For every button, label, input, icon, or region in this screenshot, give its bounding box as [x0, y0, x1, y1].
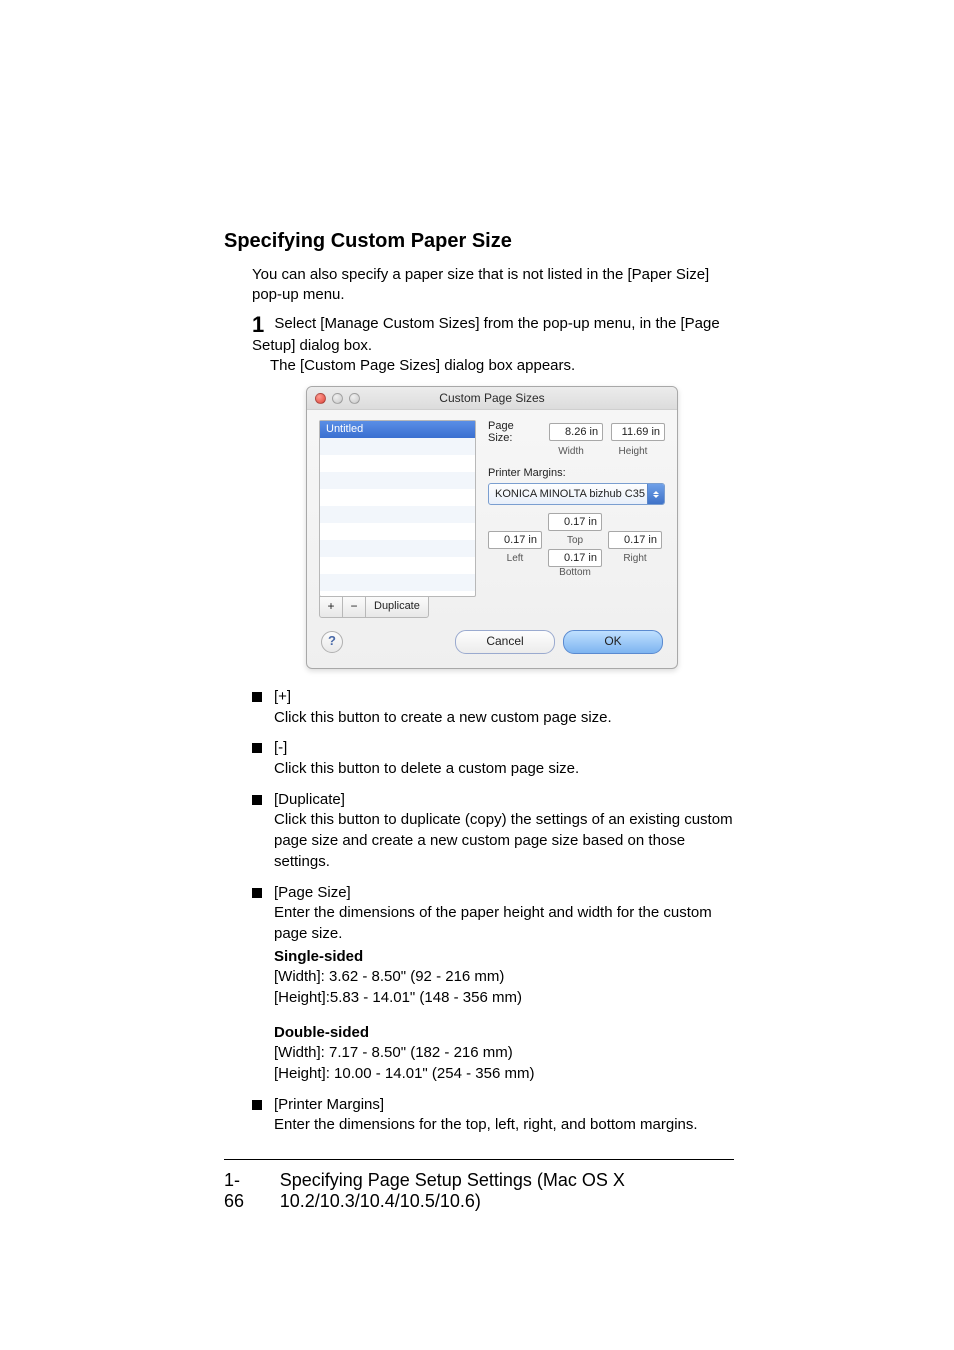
desc-page-size: Enter the dimensions of the paper height…: [274, 903, 734, 944]
margins-grid: 0.17 in 0.17 in Top 0.17 in Left 0.17 in…: [488, 513, 665, 578]
bottom-label: Bottom: [548, 567, 602, 578]
left-label: Left: [488, 553, 542, 564]
list-item[interactable]: Untitled: [320, 421, 475, 438]
list-item: [Duplicate] Click this button to duplica…: [252, 790, 734, 873]
desc-printer-margins: Enter the dimensions for the top, left, …: [274, 1115, 734, 1136]
printer-margins-popup[interactable]: KONICA MINOLTA bizhub C35: [488, 483, 665, 505]
step-1: 1 Select [Manage Custom Sizes] from the …: [252, 314, 734, 356]
double-sided-height: [Height]: 10.00 - 14.01" (254 - 356 mm): [274, 1065, 534, 1082]
list-item: [-] Click this button to delete a custom…: [252, 738, 734, 779]
list-buttons: + − Duplicate: [319, 596, 476, 618]
dialog-titlebar: Custom Page Sizes: [307, 387, 677, 410]
height-field[interactable]: 11.69 in: [611, 423, 665, 441]
single-sided-height: [Height]:5.83 - 14.01" (148 - 356 mm): [274, 989, 522, 1006]
step-sub-text: The [Custom Page Sizes] dialog box appea…: [270, 356, 734, 376]
right-pane: Page Size: 8.26 in 11.69 in Width Height…: [488, 420, 665, 618]
dialog-footer: ? Cancel OK: [307, 618, 677, 668]
width-field[interactable]: 8.26 in: [549, 423, 603, 441]
top-label: Top: [548, 535, 602, 546]
step-text: Select [Manage Custom Sizes] from the po…: [252, 315, 720, 354]
desc-duplicate: Click this button to duplicate (copy) th…: [274, 810, 734, 872]
duplicate-button[interactable]: Duplicate: [365, 596, 429, 618]
close-icon[interactable]: [315, 393, 326, 404]
dialog-title: Custom Page Sizes: [307, 391, 677, 405]
help-button[interactable]: ?: [321, 631, 343, 653]
margin-left-field[interactable]: 0.17 in: [488, 531, 542, 549]
right-label: Right: [608, 553, 662, 564]
margin-right-field[interactable]: 0.17 in: [608, 531, 662, 549]
list-item: [Printer Margins] Enter the dimensions f…: [252, 1095, 734, 1136]
minimize-icon: [332, 393, 343, 404]
double-sided-width: [Width]: 7.17 - 8.50" (182 - 216 mm): [274, 1044, 513, 1061]
page: Specifying Custom Paper Size You can als…: [0, 0, 954, 1350]
single-sided-label: Single-sided: [274, 948, 363, 965]
plus-button[interactable]: +: [319, 596, 343, 618]
dialog-screenshot: Custom Page Sizes Untitled + − Duplicate…: [306, 386, 734, 669]
list-item: [Page Size] Enter the dimensions of the …: [252, 883, 734, 1085]
footer-rule: [224, 1159, 734, 1160]
desc-plus: Click this button to create a new custom…: [274, 708, 734, 729]
margin-top-field[interactable]: 0.17 in: [548, 513, 602, 531]
popup-value: KONICA MINOLTA bizhub C35: [495, 488, 645, 500]
intro-paragraph: You can also specify a paper size that i…: [252, 265, 734, 306]
heading-specifying-custom-paper-size: Specifying Custom Paper Size: [224, 230, 734, 253]
term-printer-margins: [Printer Margins]: [274, 1095, 734, 1116]
printer-margins-label: Printer Margins:: [488, 467, 665, 479]
description-list: [+] Click this button to create a new cu…: [252, 687, 734, 1136]
height-label: Height: [606, 446, 660, 457]
footer-text: Specifying Page Setup Settings (Mac OS X…: [280, 1170, 734, 1212]
ok-button[interactable]: OK: [563, 630, 663, 654]
margin-bottom-field[interactable]: 0.17 in: [548, 549, 602, 567]
page-footer: 1-66 Specifying Page Setup Settings (Mac…: [224, 1159, 734, 1212]
double-sided-block: Double-sided [Width]: 7.17 - 8.50" (182 …: [274, 1023, 734, 1085]
single-sided-width: [Width]: 3.62 - 8.50" (92 - 216 mm): [274, 968, 504, 985]
chevron-updown-icon: [647, 484, 664, 504]
left-pane: Untitled + − Duplicate: [319, 420, 476, 618]
term-plus: [+]: [274, 687, 734, 708]
page-number: 1-66: [224, 1170, 254, 1212]
cancel-button[interactable]: Cancel: [455, 630, 555, 654]
custom-page-sizes-dialog: Custom Page Sizes Untitled + − Duplicate…: [306, 386, 678, 669]
traffic-lights: [315, 393, 360, 404]
list-item: [+] Click this button to create a new cu…: [252, 687, 734, 728]
step-number: 1: [252, 314, 264, 336]
desc-minus: Click this button to delete a custom pag…: [274, 759, 734, 780]
zoom-icon: [349, 393, 360, 404]
minus-button[interactable]: −: [342, 596, 366, 618]
term-page-size: [Page Size]: [274, 883, 734, 904]
term-duplicate: [Duplicate]: [274, 790, 734, 811]
dialog-body: Untitled + − Duplicate Page Size: 8.26 i…: [307, 410, 677, 618]
page-size-label: Page Size:: [488, 420, 541, 444]
width-label: Width: [544, 446, 598, 457]
double-sided-label: Double-sided: [274, 1024, 369, 1041]
single-sided-block: Single-sided [Width]: 3.62 - 8.50" (92 -…: [274, 947, 734, 1009]
term-minus: [-]: [274, 738, 734, 759]
size-list[interactable]: Untitled: [319, 420, 476, 597]
